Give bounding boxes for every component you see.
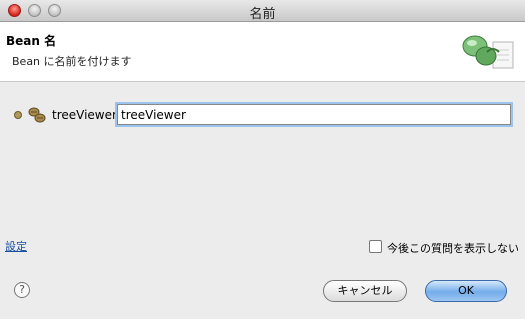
cancel-button[interactable]: キャンセル xyxy=(323,280,407,302)
dialog-description: Bean に名前を付けます xyxy=(12,55,132,68)
bean-wizard-icon xyxy=(462,35,514,69)
dont-ask-again-label: 今後この質問を表示しない xyxy=(387,242,519,255)
dialog-header: Bean 名 Bean に名前を付けます xyxy=(0,22,525,82)
beans-icon xyxy=(28,107,46,123)
bean-name-label: treeViewer xyxy=(52,108,117,122)
dialog-title: Bean 名 xyxy=(6,34,57,48)
property-dot-icon xyxy=(14,111,22,119)
window-title: 名前 xyxy=(249,7,276,22)
help-icon[interactable]: ? xyxy=(14,282,30,298)
settings-link[interactable]: 設定 xyxy=(5,238,27,254)
bean-name-row: treeViewer xyxy=(12,104,517,126)
title-bar: 名前 xyxy=(0,0,525,22)
ok-button[interactable]: OK xyxy=(425,280,507,302)
bean-name-input[interactable] xyxy=(117,104,511,125)
dont-ask-again-checkbox[interactable] xyxy=(369,240,382,253)
